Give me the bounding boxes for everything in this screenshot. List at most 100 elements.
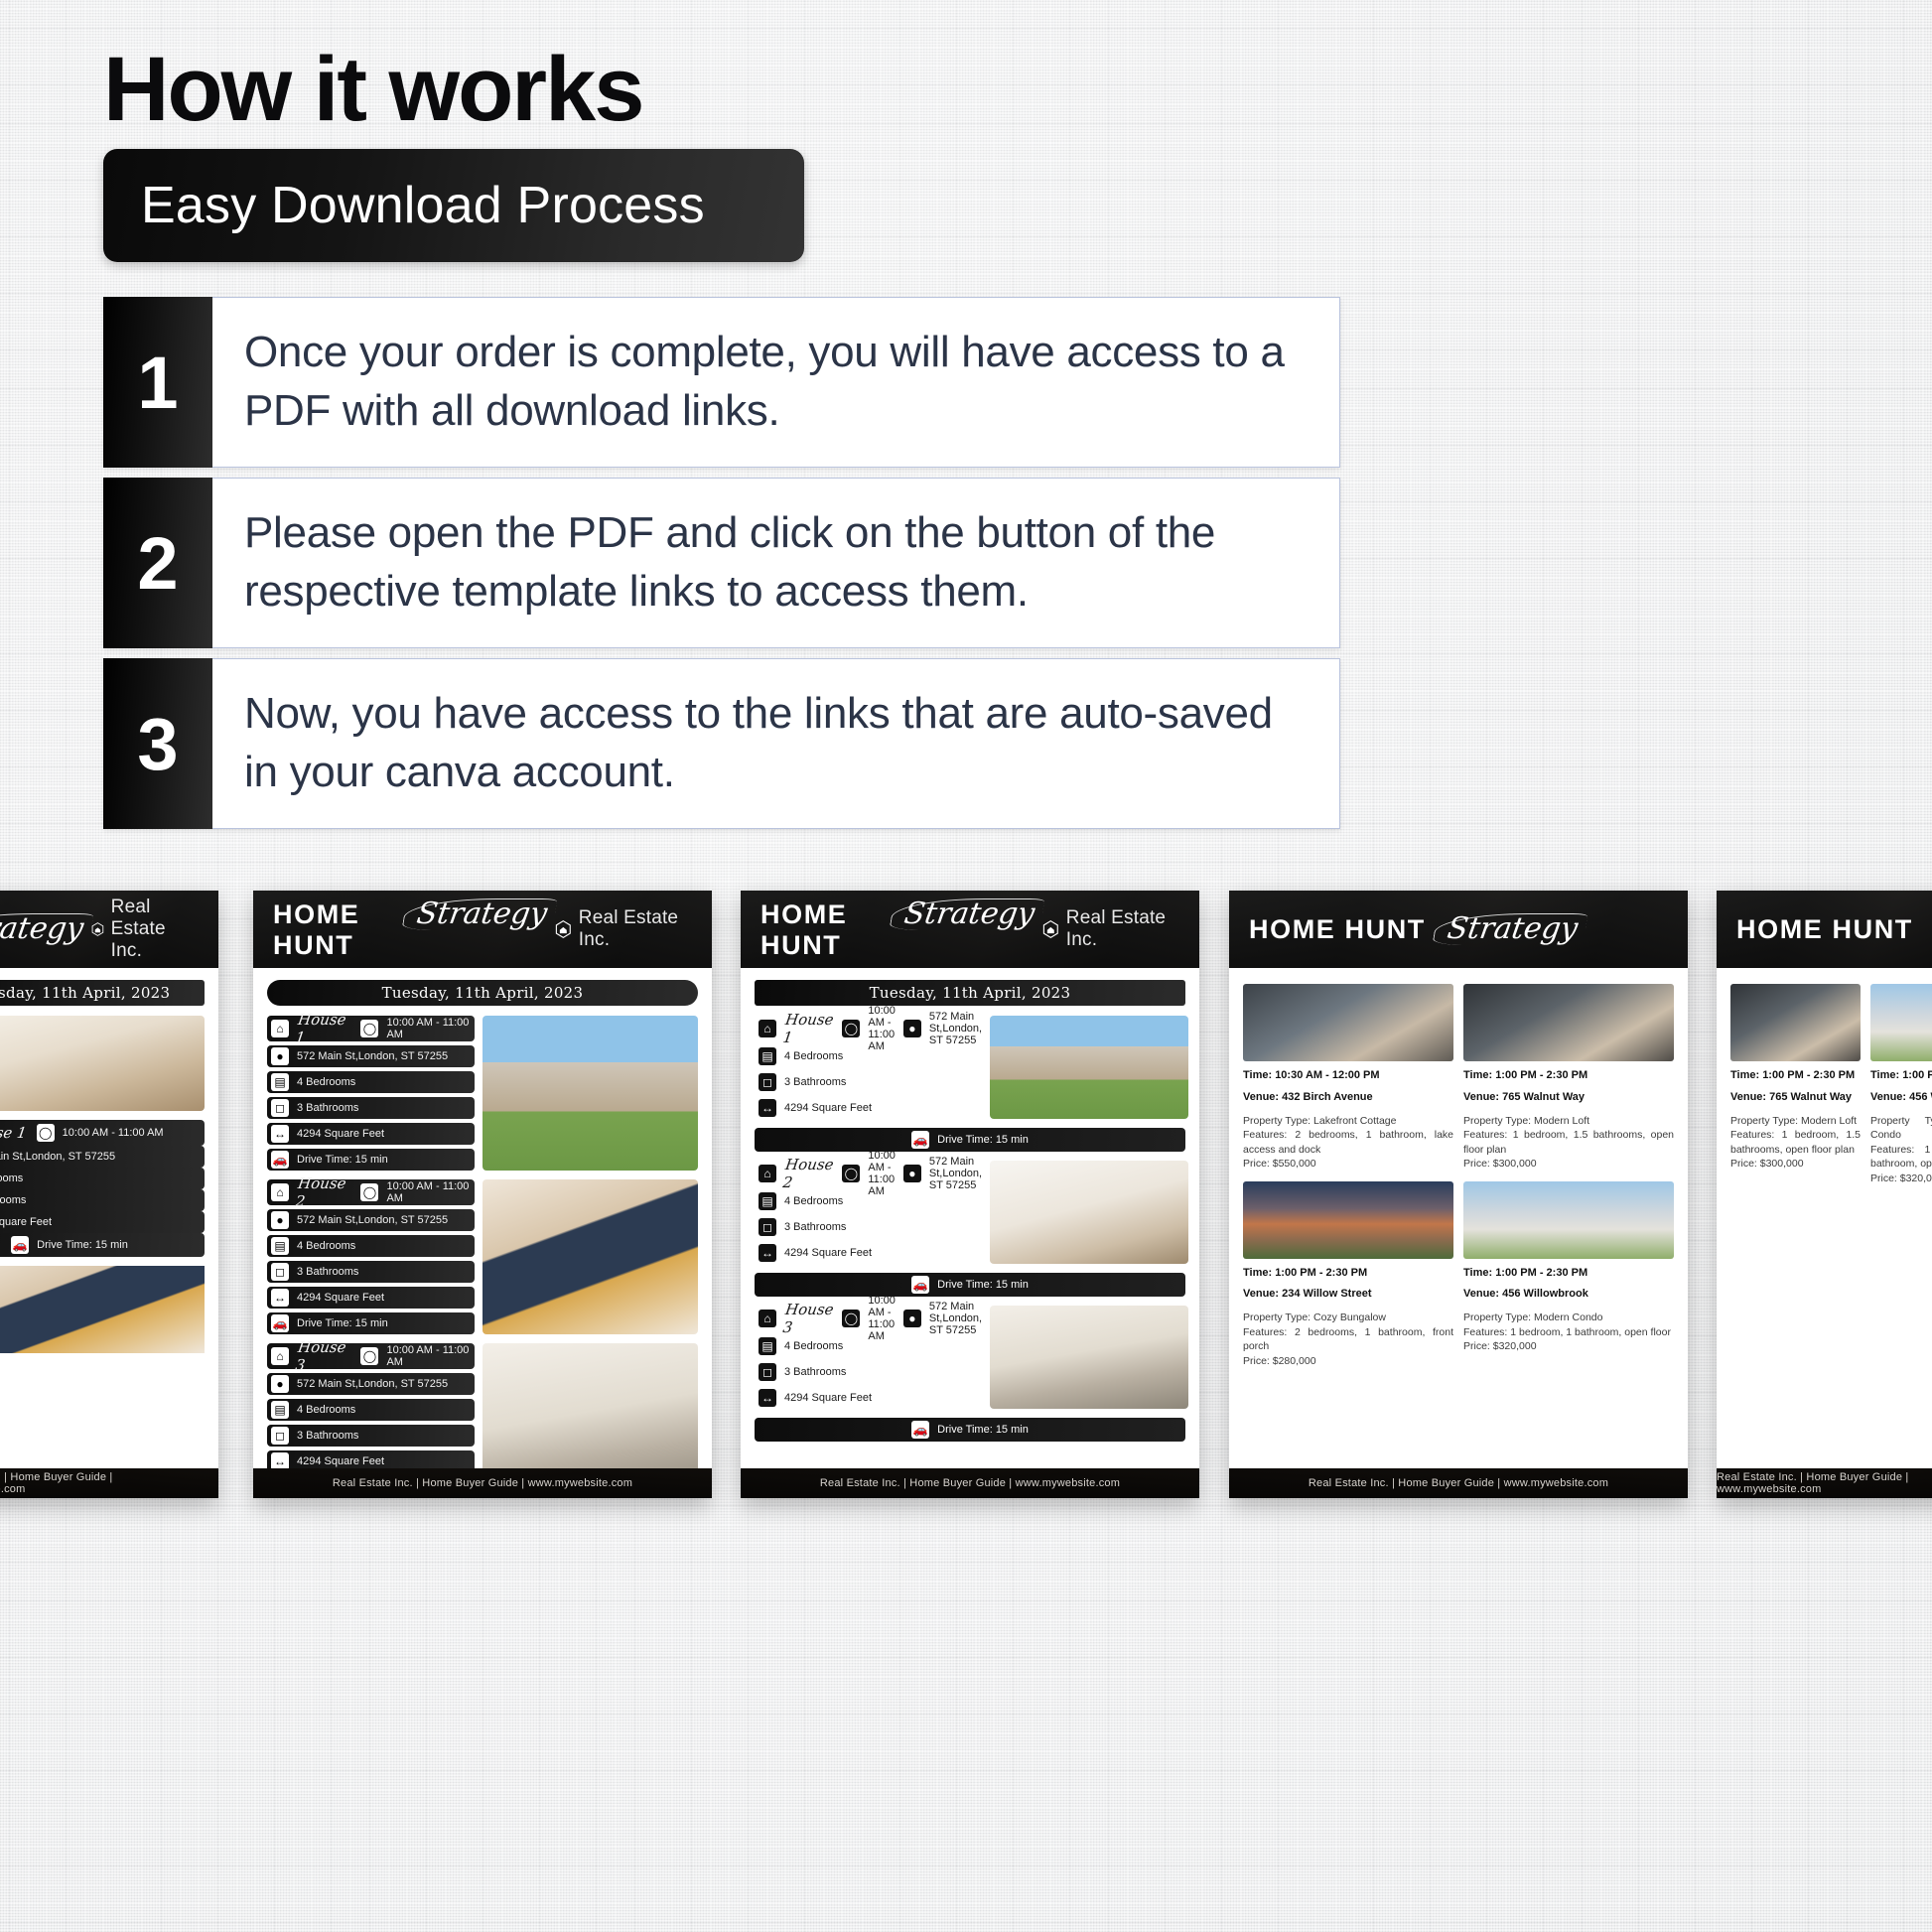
car-icon: 🚗 [911, 1131, 930, 1149]
bed-icon: ▤ [759, 1192, 776, 1210]
open-house-details: Property Type: Cozy Bungalow Features: 2 … [1243, 1311, 1453, 1367]
listing-title-row: ⌂ House 2 ◯ 10:00 AM - 11:00 AM [267, 1174, 475, 1210]
brand-script-label: Strategy [0, 911, 94, 946]
template-preview-card[interactable]: Strategy Real Estate Inc. Tuesday, 11th … [0, 891, 218, 1498]
listing-detail-rows: ⌂ House 2 ◯ 10:00 AM - 11:00 AM ● 572 Ma… [755, 1150, 982, 1264]
sqft-label: 4294 Square Feet [297, 1292, 385, 1304]
drive-time-label: Drive Time: 15 min [37, 1239, 128, 1251]
brand-lockup: HOME HUNT Strategy [760, 897, 1045, 961]
open-house-details: Property Type: Lakefront Cottage Features… [1243, 1114, 1453, 1171]
clock-icon: ◯ [842, 1020, 861, 1037]
bathtub-icon: ◻ [271, 1263, 289, 1281]
car-icon: 🚗 [271, 1151, 289, 1169]
company-label: Real Estate Inc. [578, 907, 679, 950]
brand-word-label: HOME HUNT [760, 898, 848, 960]
bathrooms-row: ◻ 3 Bathrooms [755, 1361, 982, 1383]
house-name: House 3 [781, 1301, 835, 1336]
sqft-label: 4294 Square Feet [784, 1247, 873, 1259]
listing-time: 10:00 AM - 11:00 AM [62, 1127, 164, 1139]
listing-time: 10:00 AM - 11:00 AM [386, 1344, 470, 1368]
house-icon: ⌂ [271, 1183, 289, 1201]
drive-time-label: Drive Time: 15 min [937, 1424, 1029, 1436]
brand-word-label: HOME HUNT [273, 898, 360, 960]
bedrooms-label: 4 Bedrooms [784, 1340, 844, 1352]
subtitle-banner: Easy Download Process [103, 149, 804, 262]
sqft-label: 4294 Square Feet [297, 1128, 385, 1140]
map-pin-icon: ● [902, 1020, 921, 1037]
bathrooms-label: 3 Bathrooms [297, 1430, 359, 1442]
bedrooms-row: ▤ 4 Bedrooms [267, 1235, 475, 1257]
template-preview-card[interactable]: HOME HUNT Strategy Real Estate Inc. Tues… [253, 891, 712, 1498]
sqft-row: ↔ 4294 Square Feet [755, 1387, 982, 1409]
bathrooms-label: 3 Bathrooms [297, 1266, 359, 1278]
sqft-label: 4294 Square Feet [784, 1102, 873, 1114]
listing-photo [483, 1179, 698, 1334]
address-row: ● 572 Main St,London, ST 57255 [267, 1045, 475, 1067]
clock-icon: ◯ [36, 1124, 55, 1142]
subtitle-label: Easy Download Process [141, 177, 705, 234]
template-preview-card[interactable]: HOME HUNT Strategy Time: 10:30 AM - 12:0… [1229, 891, 1688, 1498]
bedrooms-row: ▤ 4 Bedrooms [755, 1335, 982, 1357]
template-preview-card[interactable]: HOME HUNT Strategy Real Estate Inc. Tues… [741, 891, 1199, 1498]
open-house-time: Time: 1:00 PM - 2:30 PM [1870, 1069, 1932, 1081]
listing-title-row: ⌂ House 1 ◯ 10:00 AM - 11:00 AM ● 572 Ma… [755, 1005, 982, 1052]
company-label: Real Estate Inc. [1065, 907, 1167, 950]
card-header: HOME HUNT [1717, 891, 1932, 968]
listing-photo [483, 1016, 698, 1171]
bathrooms-row: ◻ 3 Bathrooms [267, 1097, 475, 1119]
sqft-row: ↔ 4294 Square Feet [267, 1287, 475, 1309]
bedrooms-row: ▤ 4 Bedrooms [0, 1168, 205, 1189]
bathrooms-label: 3 Bathrooms [784, 1221, 847, 1233]
map-pin-icon: ● [902, 1310, 921, 1327]
date-bar: Tuesday, 11th April, 2023 [755, 980, 1185, 1006]
bathtub-icon: ◻ [759, 1363, 776, 1381]
bed-icon: ▤ [271, 1401, 289, 1419]
bedrooms-label: 4 Bedrooms [297, 1404, 356, 1416]
house-name: House 3 [294, 1338, 347, 1374]
arrows-horizontal-icon: ↔ [271, 1289, 289, 1307]
listing-title-row: ⌂ House 1 ◯ 10:00 AM - 11:00 AM [267, 1011, 475, 1046]
drive-time-label: Drive Time: 15 min [937, 1279, 1029, 1291]
sqft-row: ↔ 4294 Square Feet [755, 1242, 982, 1264]
map-pin-icon: ● [271, 1047, 289, 1065]
card-footer: Real Estate Inc. | Home Buyer Guide | ww… [0, 1468, 218, 1498]
drive-time-label: Drive Time: 15 min [297, 1154, 388, 1166]
open-house-cell: Time: 1:00 PM - 2:30 PM Venue: 765 Walnu… [1730, 984, 1861, 1185]
open-house-grid: Time: 1:00 PM - 2:30 PM Venue: 765 Walnu… [1730, 980, 1932, 1185]
house-name: House 1 [0, 1124, 28, 1142]
open-house-details: Property Type: Modern CondoFeatures: 1 b… [1870, 1114, 1932, 1184]
brand-lockup: HOME HUNT [1736, 914, 1913, 945]
bathrooms-row: ◻ 3 Bathrooms [0, 1189, 205, 1211]
bedrooms-row: ▤ 4 Bedrooms [755, 1190, 982, 1212]
listing-block: ⌂ House 2 ◯ 10:00 AM - 11:00 AM ● 572 Ma… [755, 1150, 1188, 1264]
listing-block: ⌂ House 3 ◯ 10:00 AM - 11:00 AM ● 572 Ma… [755, 1295, 1188, 1409]
open-house-cell: Time: 1:00 PM - 2:30 PM Venue: 456 Willo… [1463, 1180, 1674, 1369]
bathrooms-label: 3 Bathrooms [784, 1366, 847, 1378]
car-icon: 🚗 [11, 1236, 30, 1254]
open-house-cell: Time: 10:30 AM - 12:00 PM Venue: 432 Bir… [1243, 984, 1453, 1172]
company-label: Real Estate Inc. [110, 897, 166, 961]
clock-icon: ◯ [360, 1347, 379, 1365]
map-pin-icon: ● [902, 1165, 921, 1182]
open-house-venue: Venue: 234 Willow Street [1243, 1288, 1372, 1301]
house-icon: ⌂ [759, 1165, 776, 1182]
step-item-3: 3 Now, you have access to the links that… [103, 658, 1340, 829]
template-preview-card[interactable]: HOME HUNT Time: 1:00 PM - 2:30 PM Venue:… [1717, 891, 1932, 1498]
clock-icon: ◯ [360, 1183, 379, 1201]
card-footer: Real Estate Inc. | Home Buyer Guide | ww… [253, 1468, 712, 1498]
page-title: How it works [103, 39, 644, 140]
bathtub-icon: ◻ [759, 1073, 776, 1091]
date-bar: Tuesday, 11th April, 2023 [267, 980, 698, 1006]
listing-detail-rows: ⌂ House 1 ◯ 10:00 AM - 11:00 AM ● 572 Ma… [755, 1005, 982, 1119]
step-text: Once your order is complete, you will ha… [244, 328, 1285, 435]
car-icon: 🚗 [271, 1314, 289, 1332]
card-body: Time: 10:30 AM - 12:00 PM Venue: 432 Bir… [1229, 968, 1688, 1468]
open-house-photo [1463, 1180, 1674, 1259]
address-label: 572 Main St,London, ST 57255 [928, 1011, 983, 1046]
open-house-details: Property Type: Modern CondoFeatures: 1 b… [1463, 1311, 1671, 1353]
listing-time: 10:00 AM - 11:00 AM [386, 1180, 470, 1204]
brand-lockup: HOME HUNT Strategy [1249, 911, 1588, 946]
sqft-row: ↔ 4294 Square Feet [755, 1097, 982, 1119]
listing-photo [990, 1016, 1188, 1119]
listing-photo [0, 1016, 205, 1111]
